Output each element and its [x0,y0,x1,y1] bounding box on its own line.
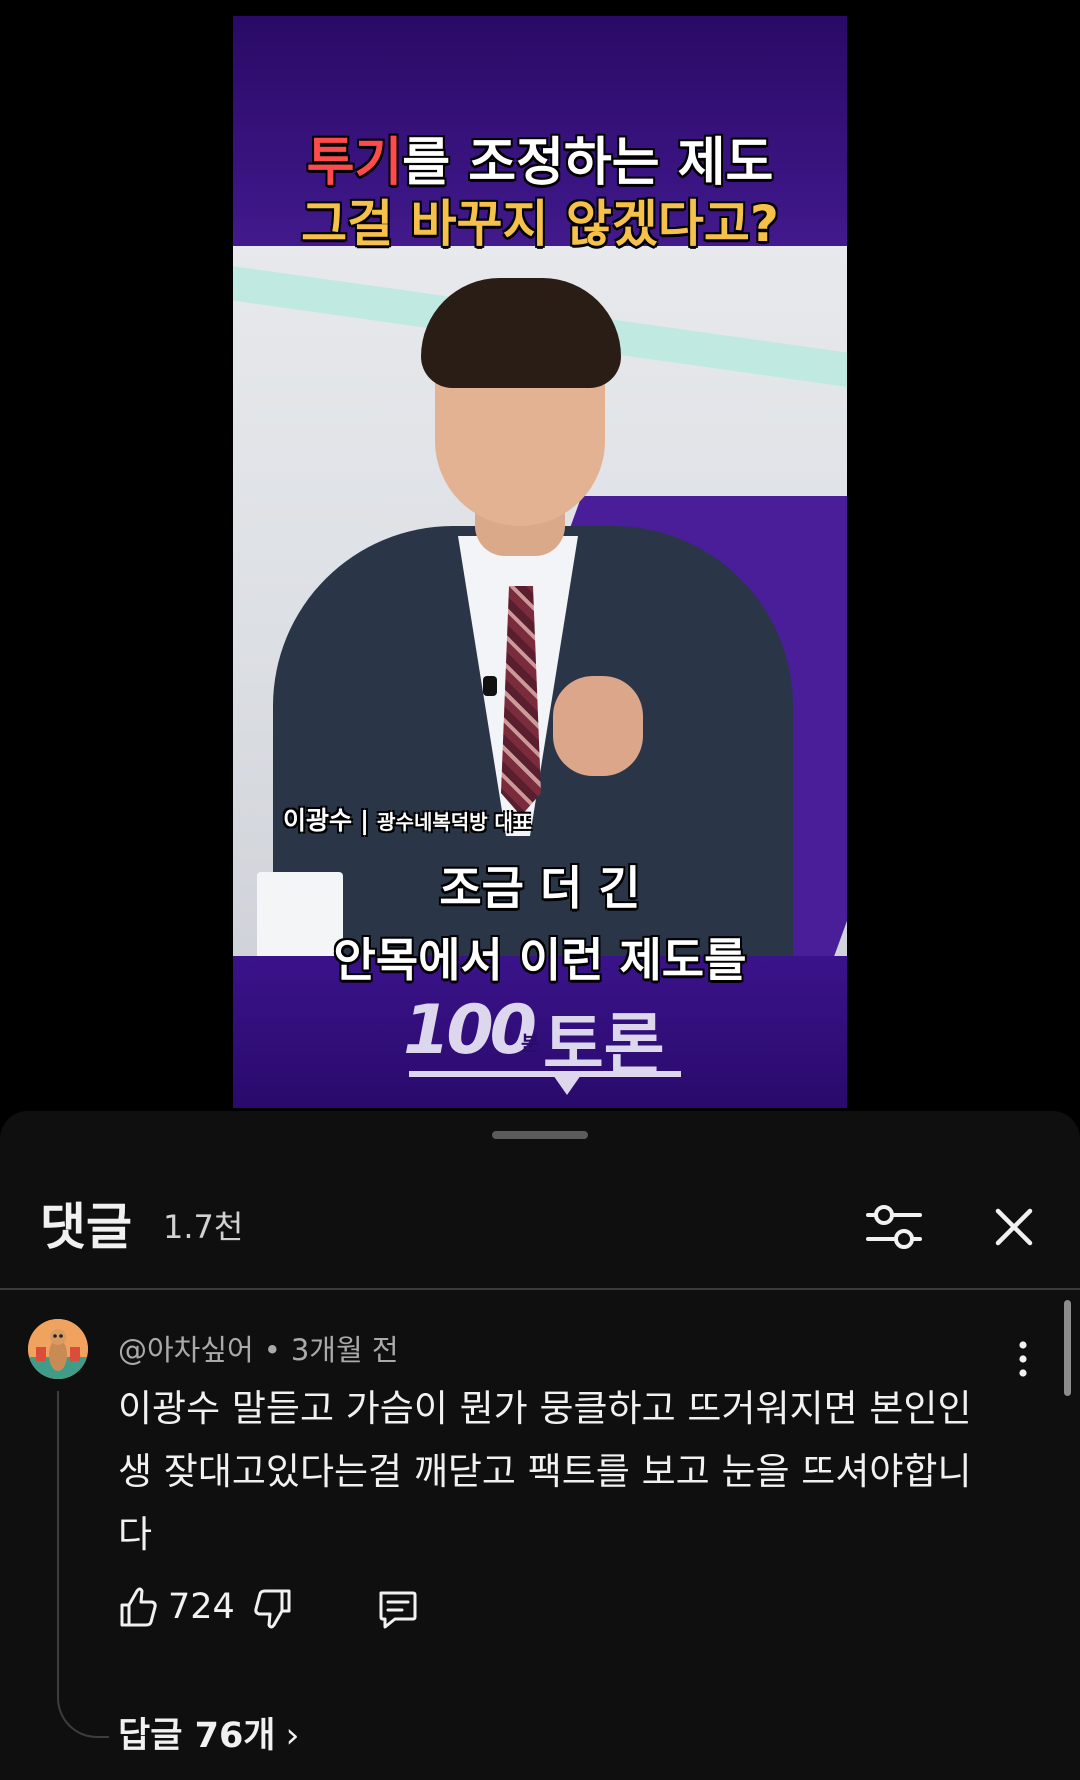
lapel-mic [483,676,497,696]
close-icon [995,1208,1033,1246]
thumbs-down-icon [254,1589,291,1629]
comment-meta: @아차싶어 • 3개월 전 [118,1327,399,1369]
comment-text: 이광수 말듣고 가슴이 뭔가 뭉클하고 뜨거워지면 본인인생 잦대고있다는걸 깨… [118,1387,972,1556]
more-vertical-icon [1019,1341,1027,1377]
comments-title: 댓글 [40,1198,132,1256]
subtitle-line1: 조금 더 긴 [439,861,641,915]
speaker-hair [421,278,621,388]
replies-label: 답글 76개 [118,1716,276,1756]
speaker-hand [553,676,643,776]
program-logo: 100 분 토론 [403,991,693,1095]
speaker-role: 광수네복덕방 대표 [377,810,532,834]
logo-number: 100 [403,991,537,1070]
drag-handle[interactable] [492,1131,588,1139]
logo-speech-tail [553,1075,581,1095]
meerkat-avatar-icon [28,1319,88,1379]
thread-connector [57,1391,109,1738]
comment-time: 3개월 전 [290,1333,399,1367]
speaker-separator: | [360,806,370,835]
logo-small-text: 분 [521,1031,540,1055]
video-title-line2: 그걸 바꾸지 않겠다고? [301,195,779,253]
sort-filter-button[interactable] [862,1195,926,1259]
header-divider [0,1288,1080,1290]
reply-button[interactable] [375,1587,419,1631]
comment-author[interactable]: @아차싶어 [118,1333,254,1367]
speaker-caption: 이광수 | 광수네복덕방 대표 [283,801,531,837]
dislike-button[interactable] [253,1587,293,1631]
comment-menu-button[interactable] [1005,1331,1041,1387]
view-replies-button[interactable]: 답글 76개 › [118,1707,300,1758]
meta-separator: • [263,1333,281,1367]
thumbs-up-icon [120,1587,157,1627]
scrollbar[interactable] [1064,1300,1071,1396]
avatar[interactable] [28,1319,88,1379]
comments-sheet: 댓글 1.7천 @아차싶어 • 3개월 전 이광수 말듣고 가슴이 뭔가 뭉클하… [0,1111,1080,1780]
comments-count: 1.7천 [163,1208,244,1246]
speaker-name: 이광수 [283,806,353,835]
like-button[interactable] [118,1585,158,1629]
subtitle-line2: 안목에서 이런 제도를 [333,933,747,987]
sliders-icon [866,1205,922,1249]
video-player[interactable]: 투기를 조정하는 제도 그걸 바꾸지 않겠다고? 이광수 | 광수네복덕방 대표 조… [233,16,847,1108]
close-button[interactable] [982,1195,1046,1259]
chevron-right-icon: › [285,1716,300,1756]
comment-reply-icon [379,1591,417,1629]
logo-underline [409,1071,681,1077]
like-count: 724 [168,1587,235,1627]
